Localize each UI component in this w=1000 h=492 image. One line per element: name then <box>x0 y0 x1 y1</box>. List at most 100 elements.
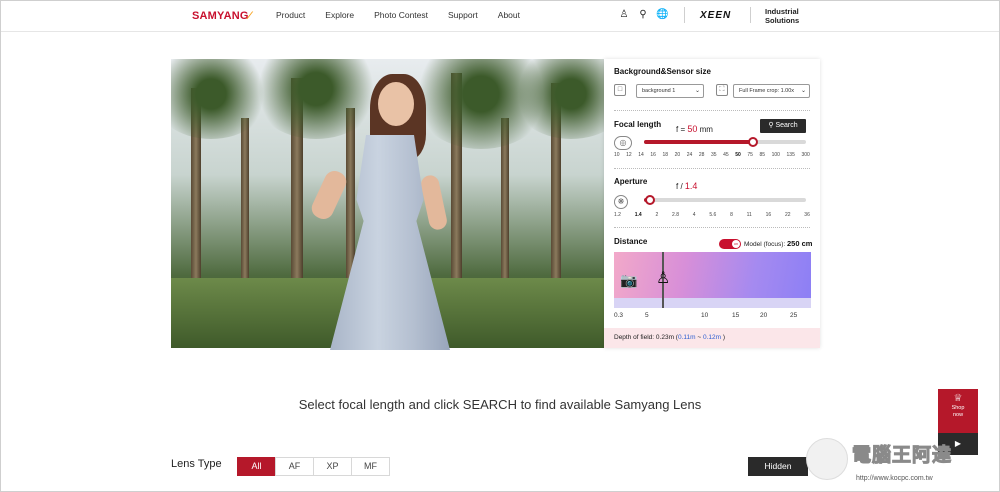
now-label: now <box>952 412 964 418</box>
instruction-caption: Select focal length and click SEARCH to … <box>298 397 702 412</box>
focal-unit: mm <box>699 125 713 134</box>
dof-label: Depth of field: 0.23m ( <box>614 334 678 341</box>
main-nav: Product Explore Photo Contest Support Ab… <box>276 10 520 20</box>
model-focus-toggle[interactable]: on <box>719 239 741 249</box>
aperture-tick[interactable]: 5.6 <box>709 212 716 218</box>
tab-all[interactable]: All <box>237 457 276 476</box>
divider <box>614 227 810 228</box>
tab-af[interactable]: AF <box>275 457 314 476</box>
focal-ticks: 10 12 14 16 18 20 24 28 35 45 50 75 85 100 135 300 <box>614 152 810 158</box>
watermark: 電腦王阿達 http://www.kocpc.com.tw <box>806 432 996 490</box>
focal-tick[interactable]: 300 <box>801 152 809 158</box>
globe-icon[interactable]: 🌐 <box>656 9 668 21</box>
hidden-button[interactable]: Hidden <box>748 457 808 476</box>
distance-tick: 25 <box>790 312 798 319</box>
focal-slider-fill <box>644 140 753 144</box>
aperture-slider-thumb[interactable] <box>645 195 656 205</box>
focal-tick[interactable]: 35 <box>711 152 717 158</box>
focal-tick[interactable]: 12 <box>626 152 632 158</box>
nav-about[interactable]: About <box>498 10 520 20</box>
aperture-tick[interactable]: 11 <box>747 212 752 218</box>
search-button-label: Search <box>775 122 798 129</box>
aperture-tick[interactable]: 2 <box>655 212 658 218</box>
aperture-title: Aperture <box>614 177 648 186</box>
nav-explore[interactable]: Explore <box>325 10 354 20</box>
header-divider <box>750 7 751 23</box>
distance-tick: 15 <box>732 312 740 319</box>
crop-icon: ⛶ <box>716 84 728 96</box>
focal-slider[interactable] <box>644 137 806 147</box>
focal-tick[interactable]: 16 <box>650 152 656 158</box>
aperture-ticks: 1.2 1.4 2 2.8 4 5.6 8 11 16 22 36 <box>614 212 810 218</box>
focal-tick[interactable]: 10 <box>614 152 620 158</box>
focal-tick[interactable]: 85 <box>760 152 766 158</box>
focal-tick[interactable]: 135 <box>787 152 795 158</box>
crown-icon: ♕ <box>953 393 963 404</box>
aperture-tick[interactable]: 22 <box>785 212 791 218</box>
aperture-tick[interactable]: 1.2 <box>614 212 621 218</box>
model-focus-distance: 250 cm <box>787 239 813 248</box>
lens-simulator-panel: Background&Sensor size □ background 1 ⌄ … <box>604 59 820 348</box>
nav-product[interactable]: Product <box>276 10 305 20</box>
focal-tick[interactable]: 28 <box>699 152 705 158</box>
distance-scene[interactable]: 📷 ♙ <box>614 252 811 308</box>
watermark-mascot-icon <box>806 438 848 480</box>
aperture-tick[interactable]: 16 <box>766 212 772 218</box>
focal-length-title: Focal length <box>614 120 662 129</box>
distance-title: Distance <box>614 237 648 246</box>
scene-floor <box>614 298 811 308</box>
focal-slider-thumb[interactable] <box>747 137 758 147</box>
lens-icon: ◎ <box>614 136 632 150</box>
focal-tick[interactable]: 50 <box>735 152 741 158</box>
tab-mf[interactable]: MF <box>351 457 390 476</box>
focal-tick[interactable]: 24 <box>687 152 693 158</box>
watermark-text: 電腦王阿達 <box>851 445 953 467</box>
xeen-logo[interactable]: XEEN <box>700 10 731 21</box>
focal-tick[interactable]: 100 <box>772 152 780 158</box>
model-focus-label: Model (focus): 250 cm <box>744 239 812 248</box>
chevron-down-icon: ⌄ <box>694 88 700 94</box>
industrial-line1: Industrial <box>765 7 799 16</box>
focal-tick[interactable]: 14 <box>638 152 644 158</box>
focal-tick[interactable]: 45 <box>723 152 729 158</box>
aperture-tick[interactable]: 2.8 <box>672 212 679 218</box>
background-select[interactable]: background 1 ⌄ <box>636 84 704 98</box>
distance-tick: 5 <box>645 312 649 319</box>
background-select-value: background 1 <box>642 88 676 94</box>
focal-prefix: f = <box>676 125 686 134</box>
aperture-value: f / 1.4 <box>676 181 697 191</box>
aperture-prefix: f / <box>676 182 683 191</box>
dof-sep: ~ <box>695 334 703 341</box>
header-divider <box>684 7 685 23</box>
nav-support[interactable]: Support <box>448 10 478 20</box>
aperture-tick[interactable]: 4 <box>693 212 696 218</box>
sensor-select-value: Full Frame crop: 1.00x <box>739 88 795 94</box>
aperture-tick[interactable]: 1.4 <box>635 212 642 218</box>
search-button[interactable]: ⚲ Search <box>760 119 806 133</box>
samyang-logo[interactable]: SAMYANG⁄ <box>192 10 251 22</box>
aperture-icon: ❋ <box>614 195 628 209</box>
depth-of-field-bar: Depth of field: 0.23m (0.11m ~ 0.12m ) <box>604 328 820 348</box>
dof-end: ) <box>721 334 726 341</box>
focal-number: 50 <box>687 124 698 134</box>
industrial-solutions-link[interactable]: Industrial Solutions <box>765 7 799 25</box>
focal-tick[interactable]: 75 <box>747 152 753 158</box>
shop-now-button[interactable]: ♕ Shop now <box>938 389 978 433</box>
aperture-slider[interactable] <box>644 195 806 205</box>
aperture-tick[interactable]: 8 <box>730 212 733 218</box>
photographer-icon: 📷 <box>620 272 638 288</box>
user-icon[interactable]: ♙ <box>618 9 630 21</box>
distance-tick: 10 <box>701 312 709 319</box>
aperture-tick[interactable]: 36 <box>804 212 810 218</box>
model-focus-text: Model (focus): <box>744 241 786 248</box>
dof-near: 0.11m <box>677 334 696 341</box>
focal-tick[interactable]: 18 <box>663 152 669 158</box>
model-icon: ♙ <box>656 270 671 287</box>
nav-photo-contest[interactable]: Photo Contest <box>374 10 428 20</box>
sensor-select[interactable]: Full Frame crop: 1.00x ⌄ <box>733 84 810 98</box>
search-icon[interactable]: ⚲ <box>637 9 649 21</box>
tab-xp[interactable]: XP <box>313 457 352 476</box>
aperture-number: 1.4 <box>684 181 698 191</box>
chevron-down-icon: ⌄ <box>800 88 806 94</box>
focal-tick[interactable]: 20 <box>675 152 681 158</box>
